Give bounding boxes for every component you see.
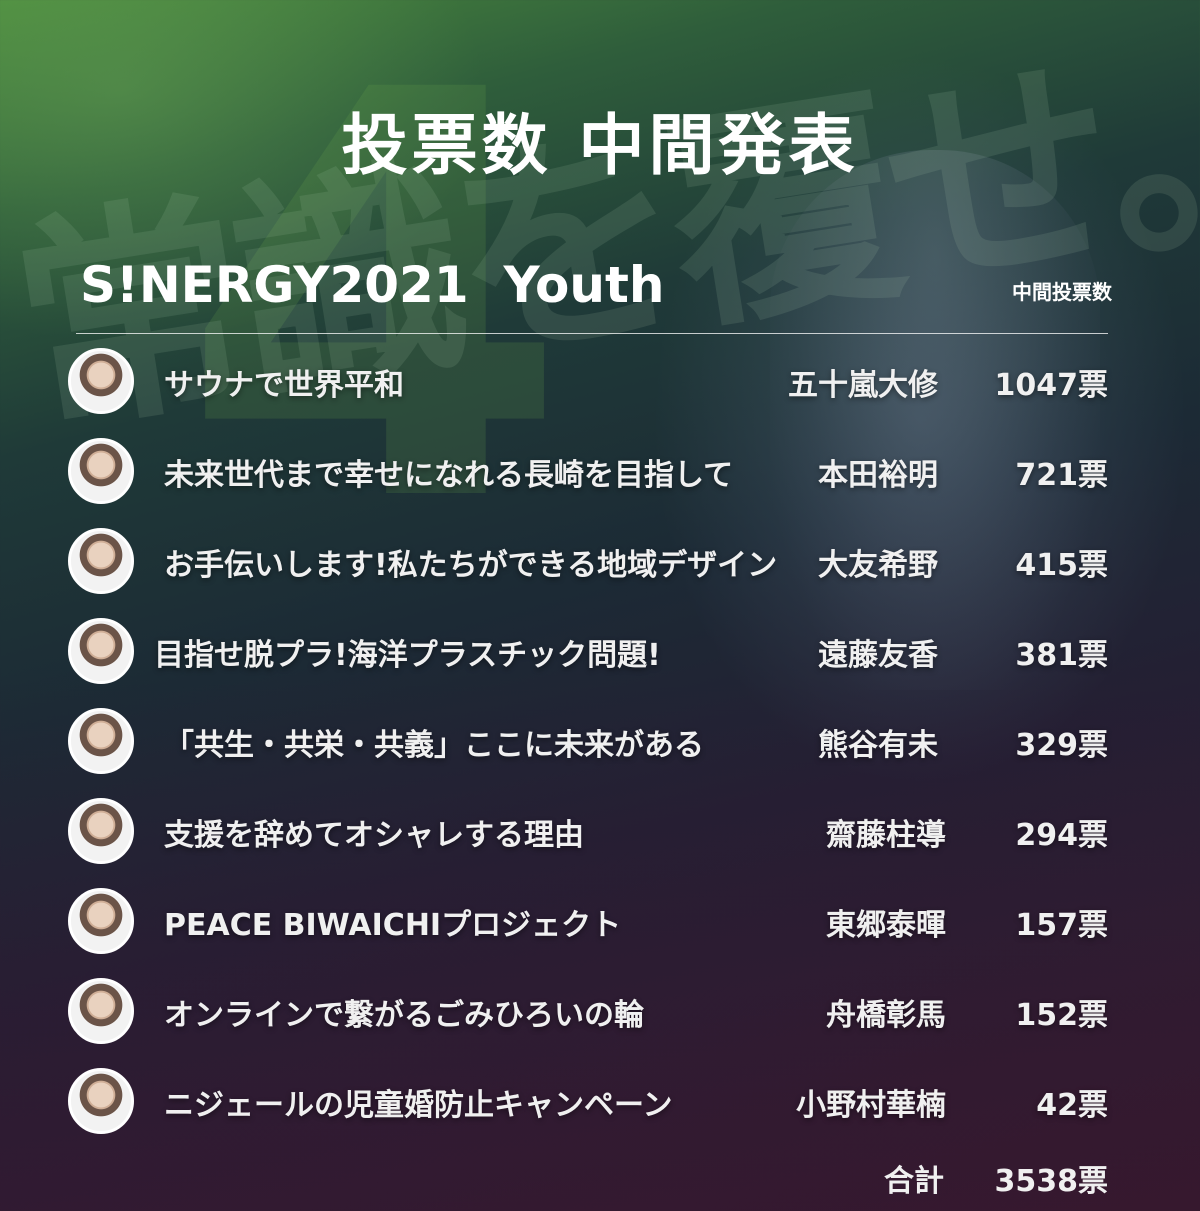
ranking-row: 目指せ脱プラ!海洋プラスチック問題! 遠藤友香 381票 [0, 608, 1200, 698]
avatar [68, 438, 134, 504]
project-title: サウナで世界平和 [164, 368, 404, 403]
avatar [68, 888, 134, 954]
vote-count: 42票 [1036, 1088, 1108, 1123]
vote-count: 329票 [1015, 728, 1108, 763]
vote-count: 152票 [1015, 998, 1108, 1033]
avatar [68, 1068, 134, 1134]
presenter-name: 東郷泰暉 [826, 908, 946, 943]
ranking-row: サウナで世界平和 五十嵐大修 1047票 [0, 338, 1200, 428]
vote-count: 1047票 [994, 368, 1109, 403]
project-title: 目指せ脱プラ!海洋プラスチック問題! [154, 638, 661, 673]
vote-count: 157票 [1015, 908, 1108, 943]
vote-count: 381票 [1015, 638, 1108, 673]
project-title: ニジェールの児童婚防止キャンペーン [164, 1088, 673, 1123]
divider [76, 333, 1108, 334]
presenter-name: 大友希野 [818, 548, 938, 583]
vote-count: 294票 [1015, 818, 1108, 853]
avatar [68, 798, 134, 864]
ranking-row: お手伝いします!私たちができる地域デザイン 大友希野 415票 [0, 518, 1200, 608]
vote-count-column-label: 中間投票数 [1012, 280, 1112, 304]
ranking-row: ニジェールの児童婚防止キャンペーン 小野村華楠 42票 [0, 1058, 1200, 1148]
project-title: 未来世代まで幸せになれる長崎を目指して [164, 458, 734, 493]
presenter-name: 舟橋彰馬 [826, 998, 946, 1033]
avatar [68, 708, 134, 774]
ranking-row: PEACE BIWAICHIプロジェクト 東郷泰暉 157票 [0, 878, 1200, 968]
avatar [68, 528, 134, 594]
avatar [68, 978, 134, 1044]
avatar [68, 618, 134, 684]
vote-count: 721票 [1015, 458, 1108, 493]
project-title: PEACE BIWAICHIプロジェクト [164, 908, 622, 943]
total-vote-count: 3538票 [994, 1164, 1109, 1199]
presenter-name: 齋藤柱導 [826, 818, 946, 853]
page-title: 投票数 中間発表 [341, 107, 859, 184]
presenter-name: 本田裕明 [818, 458, 938, 493]
total-label: 合計 [884, 1164, 944, 1199]
ranking-row: 「共生・共栄・共義」ここに未来がある 熊谷有未 329票 [0, 698, 1200, 788]
presenter-name: 熊谷有未 [818, 728, 938, 763]
presenter-name: 遠藤友香 [818, 638, 938, 673]
vote-count: 415票 [1015, 548, 1108, 583]
project-title: 支援を辞めてオシャレする理由 [164, 818, 584, 853]
ranking-row: オンラインで繋がるごみひろいの輪 舟橋彰馬 152票 [0, 968, 1200, 1058]
project-title: お手伝いします!私たちができる地域デザイン [164, 548, 778, 583]
ranking-row: 未来世代まで幸せになれる長崎を目指して 本田裕明 721票 [0, 428, 1200, 518]
presenter-name: 五十嵐大修 [788, 368, 938, 403]
ranking-row: 支援を辞めてオシャレする理由 齋藤柱導 294票 [0, 788, 1200, 878]
project-title: オンラインで繋がるごみひろいの輪 [164, 998, 644, 1033]
project-title: 「共生・共栄・共義」ここに未来がある [164, 728, 704, 763]
event-title: S!NERGY2021 Youth [80, 256, 665, 314]
presenter-name: 小野村華楠 [796, 1088, 946, 1123]
avatar [68, 348, 134, 414]
